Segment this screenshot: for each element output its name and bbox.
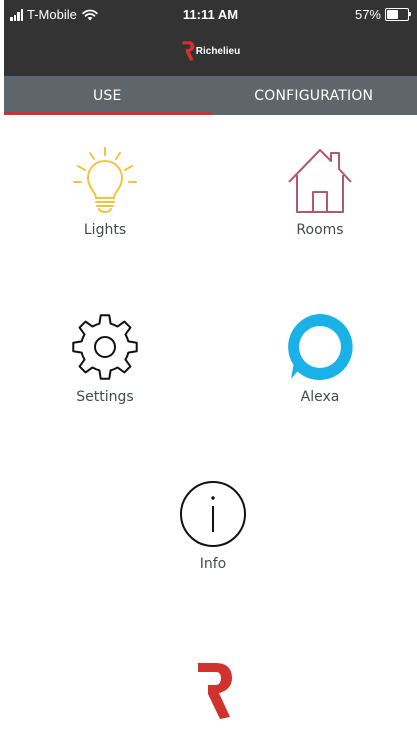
app-header: Richelieu	[4, 30, 417, 76]
lights-label: Lights	[83, 222, 127, 238]
status-right: 57%	[354, 7, 411, 22]
battery-icon	[385, 8, 411, 21]
tab-use[interactable]: USE	[4, 76, 211, 115]
battery-fill	[387, 10, 399, 19]
info-icon	[180, 481, 246, 547]
brand-name: Richelieu	[195, 45, 241, 57]
tab-bar: USE CONFIGURATION	[4, 76, 417, 115]
alexa-tile[interactable]: Alexa	[245, 313, 395, 405]
gear-icon	[72, 314, 138, 380]
richelieu-r-logo-icon	[198, 663, 232, 719]
lightbulb-icon	[73, 147, 137, 213]
app-screen: T-Mobile 11:11 AM 57% Richelieu USE CONF…	[4, 0, 417, 742]
alexa-label: Alexa	[300, 389, 340, 405]
brand-logo: Richelieu	[4, 40, 417, 62]
bottom-logo	[194, 660, 234, 726]
info-label: Info	[199, 556, 227, 572]
settings-tile[interactable]: Settings	[30, 313, 180, 405]
rooms-label: Rooms	[296, 222, 344, 238]
battery-percent: 57%	[354, 7, 381, 22]
settings-label: Settings	[76, 389, 134, 405]
richelieu-r-logo-icon	[182, 41, 195, 61]
tab-configuration-label: CONFIGURATION	[254, 87, 374, 104]
rooms-tile[interactable]: Rooms	[245, 146, 395, 238]
house-icon	[288, 149, 352, 213]
tab-use-label: USE	[92, 87, 122, 104]
tab-configuration[interactable]: CONFIGURATION	[211, 76, 417, 115]
alexa-icon	[288, 314, 353, 380]
info-tile[interactable]: Info	[138, 480, 288, 572]
lights-tile[interactable]: Lights	[30, 146, 180, 238]
status-bar: T-Mobile 11:11 AM 57%	[4, 0, 417, 30]
